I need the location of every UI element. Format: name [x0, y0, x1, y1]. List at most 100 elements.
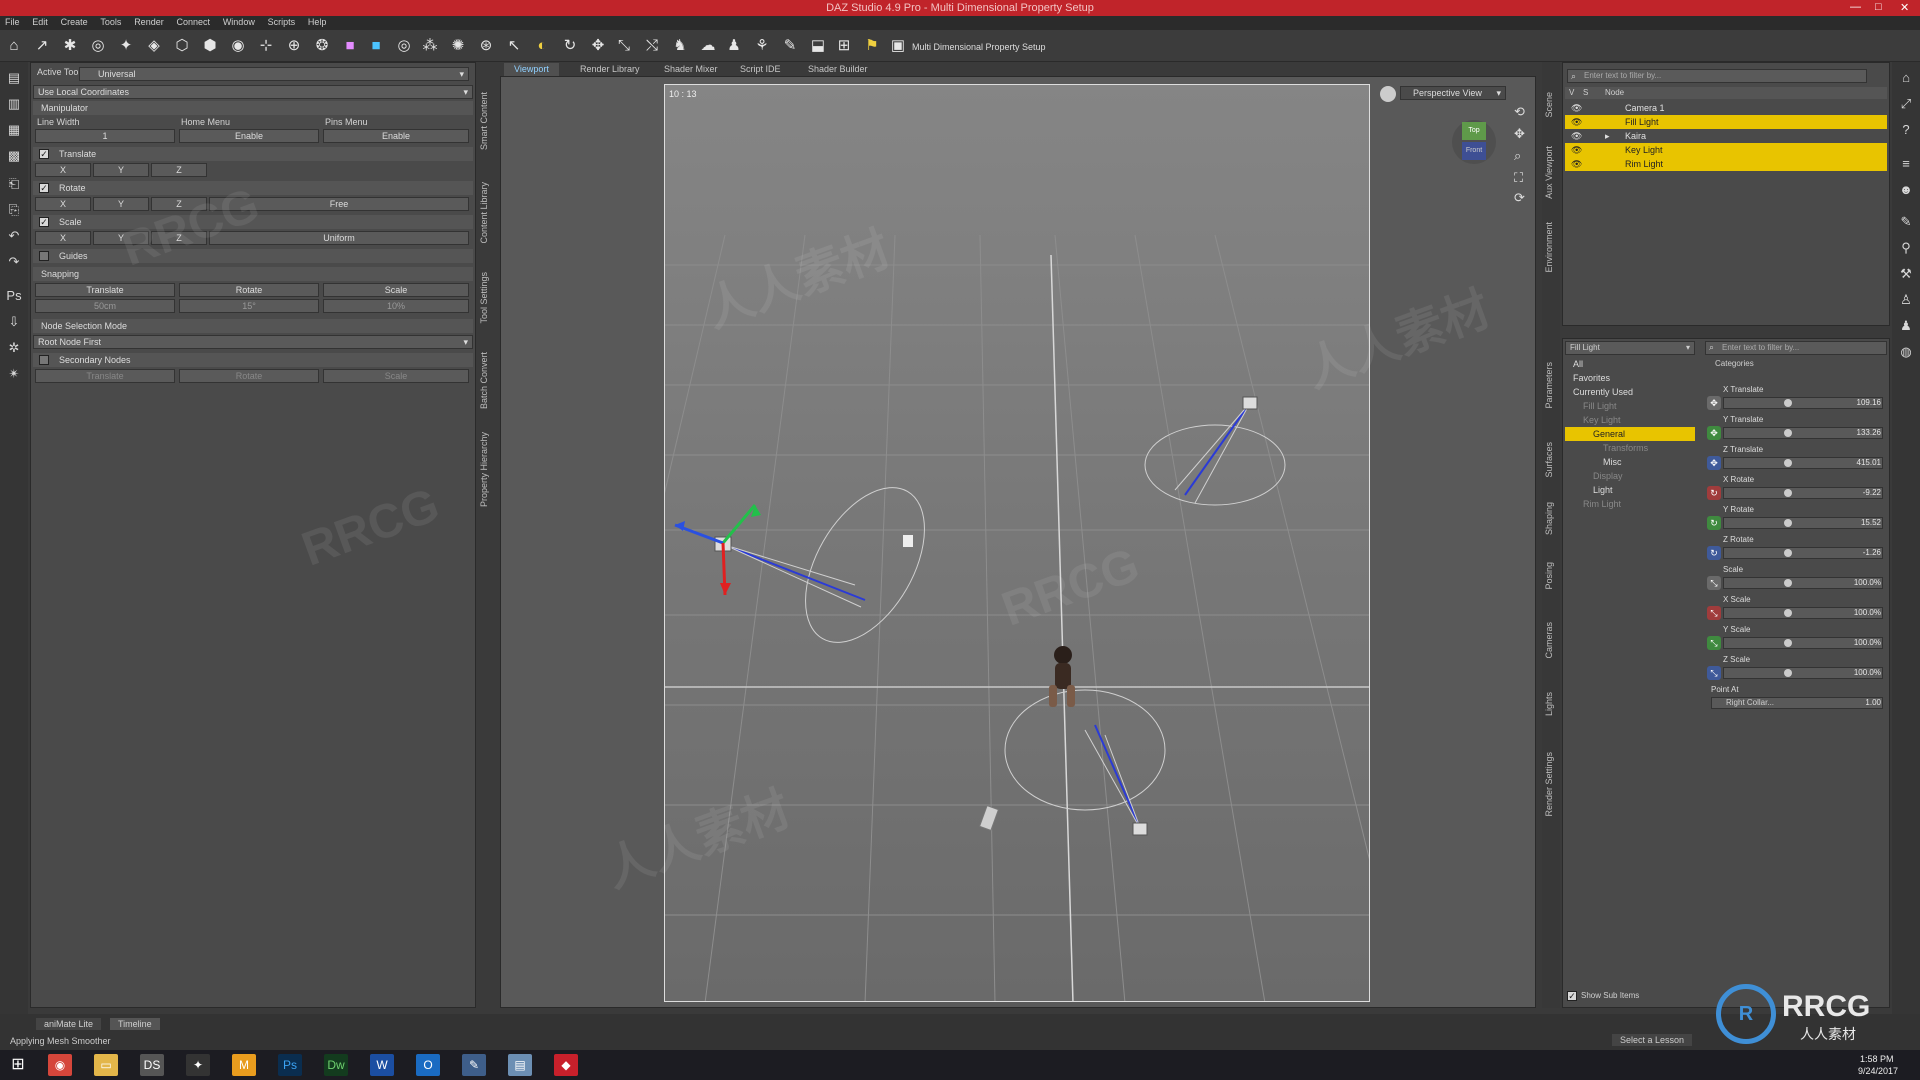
category-fill-light[interactable]: Fill Light	[1565, 399, 1695, 413]
scene-item-fill-light[interactable]: 👁 Fill Light	[1565, 115, 1887, 129]
eye-icon[interactable]: 👁	[1571, 157, 1582, 171]
param-value[interactable]: 100.0%	[1854, 608, 1881, 617]
tab-smart-content[interactable]: Smart Content	[479, 92, 489, 150]
outlook-icon[interactable]: O	[416, 1054, 440, 1076]
slider-knob[interactable]	[1784, 669, 1792, 677]
tab-aux-viewport[interactable]: Aux Viewport	[1544, 146, 1554, 199]
globe-icon[interactable]: ◍	[1896, 342, 1916, 362]
tab-viewport[interactable]: Viewport	[504, 63, 559, 76]
secondary-nodes-checkbox[interactable]	[39, 355, 49, 365]
scale-y-toggle[interactable]: Y	[93, 231, 149, 245]
geometry-editor-icon[interactable]: ⬡	[172, 36, 192, 56]
scale-mode-uniform[interactable]: Uniform	[209, 231, 469, 245]
home-menu-enable-button[interactable]: Enable	[179, 129, 319, 143]
media-icon[interactable]: ◆	[554, 1054, 578, 1076]
save-icon[interactable]: ▩	[4, 146, 24, 166]
param-z-rotate[interactable]: ↻ Z Rotate -1.26	[1705, 535, 1887, 565]
rotate-checkbox[interactable]: ✓	[39, 183, 49, 193]
snap-scale-value[interactable]: 10%	[323, 299, 469, 313]
snap-rotate-value[interactable]: 15°	[179, 299, 319, 313]
notepad-icon[interactable]: ✎	[462, 1054, 486, 1076]
snap-scale-toggle[interactable]: Scale	[323, 283, 469, 297]
sphere-tool-icon[interactable]: ❂	[312, 36, 332, 56]
expand-arrow-icon[interactable]: ▸	[1605, 129, 1610, 143]
category-light[interactable]: Light	[1565, 483, 1695, 497]
slider-knob[interactable]	[1784, 429, 1792, 437]
slider-knob[interactable]	[1784, 489, 1792, 497]
slider-knob[interactable]	[1784, 639, 1792, 647]
tab-tool-settings[interactable]: Tool Settings	[479, 272, 489, 324]
scene-filter-input[interactable]: Enter text to filter by...	[1567, 69, 1867, 83]
camera-icon[interactable]: ▣	[888, 36, 908, 56]
param-value[interactable]: 100.0%	[1854, 578, 1881, 587]
tab-batch-convert[interactable]: Batch Convert	[479, 352, 489, 409]
translate-checkbox[interactable]: ✓	[39, 149, 49, 159]
polygon-icon[interactable]: ⬢	[200, 36, 220, 56]
start-icon[interactable]: ⊞	[6, 1054, 30, 1076]
secondary-scale-toggle[interactable]: Scale	[323, 369, 469, 383]
grid-select-icon[interactable]: ⊹	[256, 36, 276, 56]
walk-icon[interactable]: ♟	[1896, 316, 1916, 336]
help-icon[interactable]: ?	[1896, 120, 1916, 140]
snap-translate-toggle[interactable]: Translate	[35, 283, 175, 297]
param-value[interactable]: 15.52	[1861, 518, 1881, 527]
scale-z-toggle[interactable]: Z	[151, 231, 207, 245]
category-display[interactable]: Display	[1565, 469, 1695, 483]
region-navigator-icon[interactable]: ✦	[116, 36, 136, 56]
scale-checkbox[interactable]: ✓	[39, 217, 49, 227]
select-pointer-icon[interactable]: ↖	[504, 36, 524, 56]
node-select-icon[interactable]: ◐	[532, 36, 552, 56]
scene-icon[interactable]: ⌂	[4, 36, 24, 56]
figure-tool-icon[interactable]: ♞	[670, 36, 690, 56]
export-icon[interactable]: ⎘	[4, 200, 24, 220]
tab-parameters[interactable]: Parameters	[1544, 362, 1554, 409]
param-value[interactable]: 109.16	[1857, 398, 1881, 407]
category-rim-light[interactable]: Rim Light	[1565, 497, 1695, 511]
import-icon[interactable]: ⎗	[4, 174, 24, 194]
param-filter-input[interactable]: Enter text to filter by...	[1705, 341, 1887, 355]
select-lesson-button[interactable]: Select a Lesson	[1612, 1034, 1693, 1046]
scale-tool-icon[interactable]: ⤡	[614, 36, 634, 56]
spot-render-icon[interactable]: ◎	[88, 36, 108, 56]
photoshop-icon[interactable]: Ps	[278, 1054, 302, 1076]
wrench-icon[interactable]: ⚒	[1896, 264, 1916, 284]
app-icon[interactable]: ✦	[186, 1054, 210, 1076]
tab-shaping[interactable]: Shaping	[1544, 502, 1554, 535]
cloud-tool-icon[interactable]: ☁	[698, 36, 718, 56]
slider-knob[interactable]	[1784, 399, 1792, 407]
slider-knob[interactable]	[1784, 609, 1792, 617]
tab-render-settings[interactable]: Render Settings	[1544, 752, 1554, 817]
tab-cameras[interactable]: Cameras	[1544, 622, 1554, 659]
figure-download-icon[interactable]: ⇩	[4, 312, 24, 332]
reset-camera-icon[interactable]: ⟳	[1514, 190, 1525, 206]
tab-script-ide[interactable]: Script IDE	[730, 63, 791, 76]
minimize-button[interactable]: —	[1850, 1, 1861, 13]
param-z-scale[interactable]: ⤡ Z Scale 100.0%	[1705, 655, 1887, 685]
param-scale[interactable]: ⤡ Scale 100.0%	[1705, 565, 1887, 595]
surface-selection-icon[interactable]: ◈	[144, 36, 164, 56]
menu-tools[interactable]: Tools	[95, 16, 126, 27]
tab-property-hierarchy[interactable]: Property Hierarchy	[479, 432, 489, 507]
tab-shader-builder[interactable]: Shader Builder	[798, 63, 878, 76]
list-icon[interactable]: ≡	[1896, 154, 1916, 174]
maximize-button[interactable]: □	[1875, 1, 1882, 13]
figure-icon[interactable]: ☻	[1896, 180, 1916, 200]
node-weight-icon[interactable]: ✱	[60, 36, 80, 56]
point-at-value[interactable]: 1.00	[1865, 698, 1881, 707]
property-setup-icon[interactable]: ⚑	[862, 36, 882, 56]
pan-camera-icon[interactable]: ✥	[1514, 126, 1525, 142]
lasso-icon[interactable]: ⊕	[284, 36, 304, 56]
show-sub-items-checkbox[interactable]: ✓	[1567, 991, 1577, 1001]
light-bulb-icon[interactable]: ✺	[448, 36, 468, 56]
menu-file[interactable]: File	[0, 16, 25, 27]
light-target-marker[interactable]	[903, 535, 913, 547]
category-transforms[interactable]: Transforms	[1565, 441, 1695, 455]
chrome-icon[interactable]: ◉	[48, 1054, 72, 1076]
coordinates-select[interactable]: Use Local Coordinates ▾	[33, 85, 473, 99]
point-at-select[interactable]: Right Collar...	[1711, 697, 1883, 709]
menu-help[interactable]: Help	[303, 16, 332, 27]
figure-pose-icon[interactable]: ✴	[4, 364, 24, 384]
figure-settings-icon[interactable]: ✲	[4, 338, 24, 358]
eye-icon[interactable]: 👁	[1571, 129, 1582, 143]
translate-x-toggle[interactable]: X	[35, 163, 91, 177]
